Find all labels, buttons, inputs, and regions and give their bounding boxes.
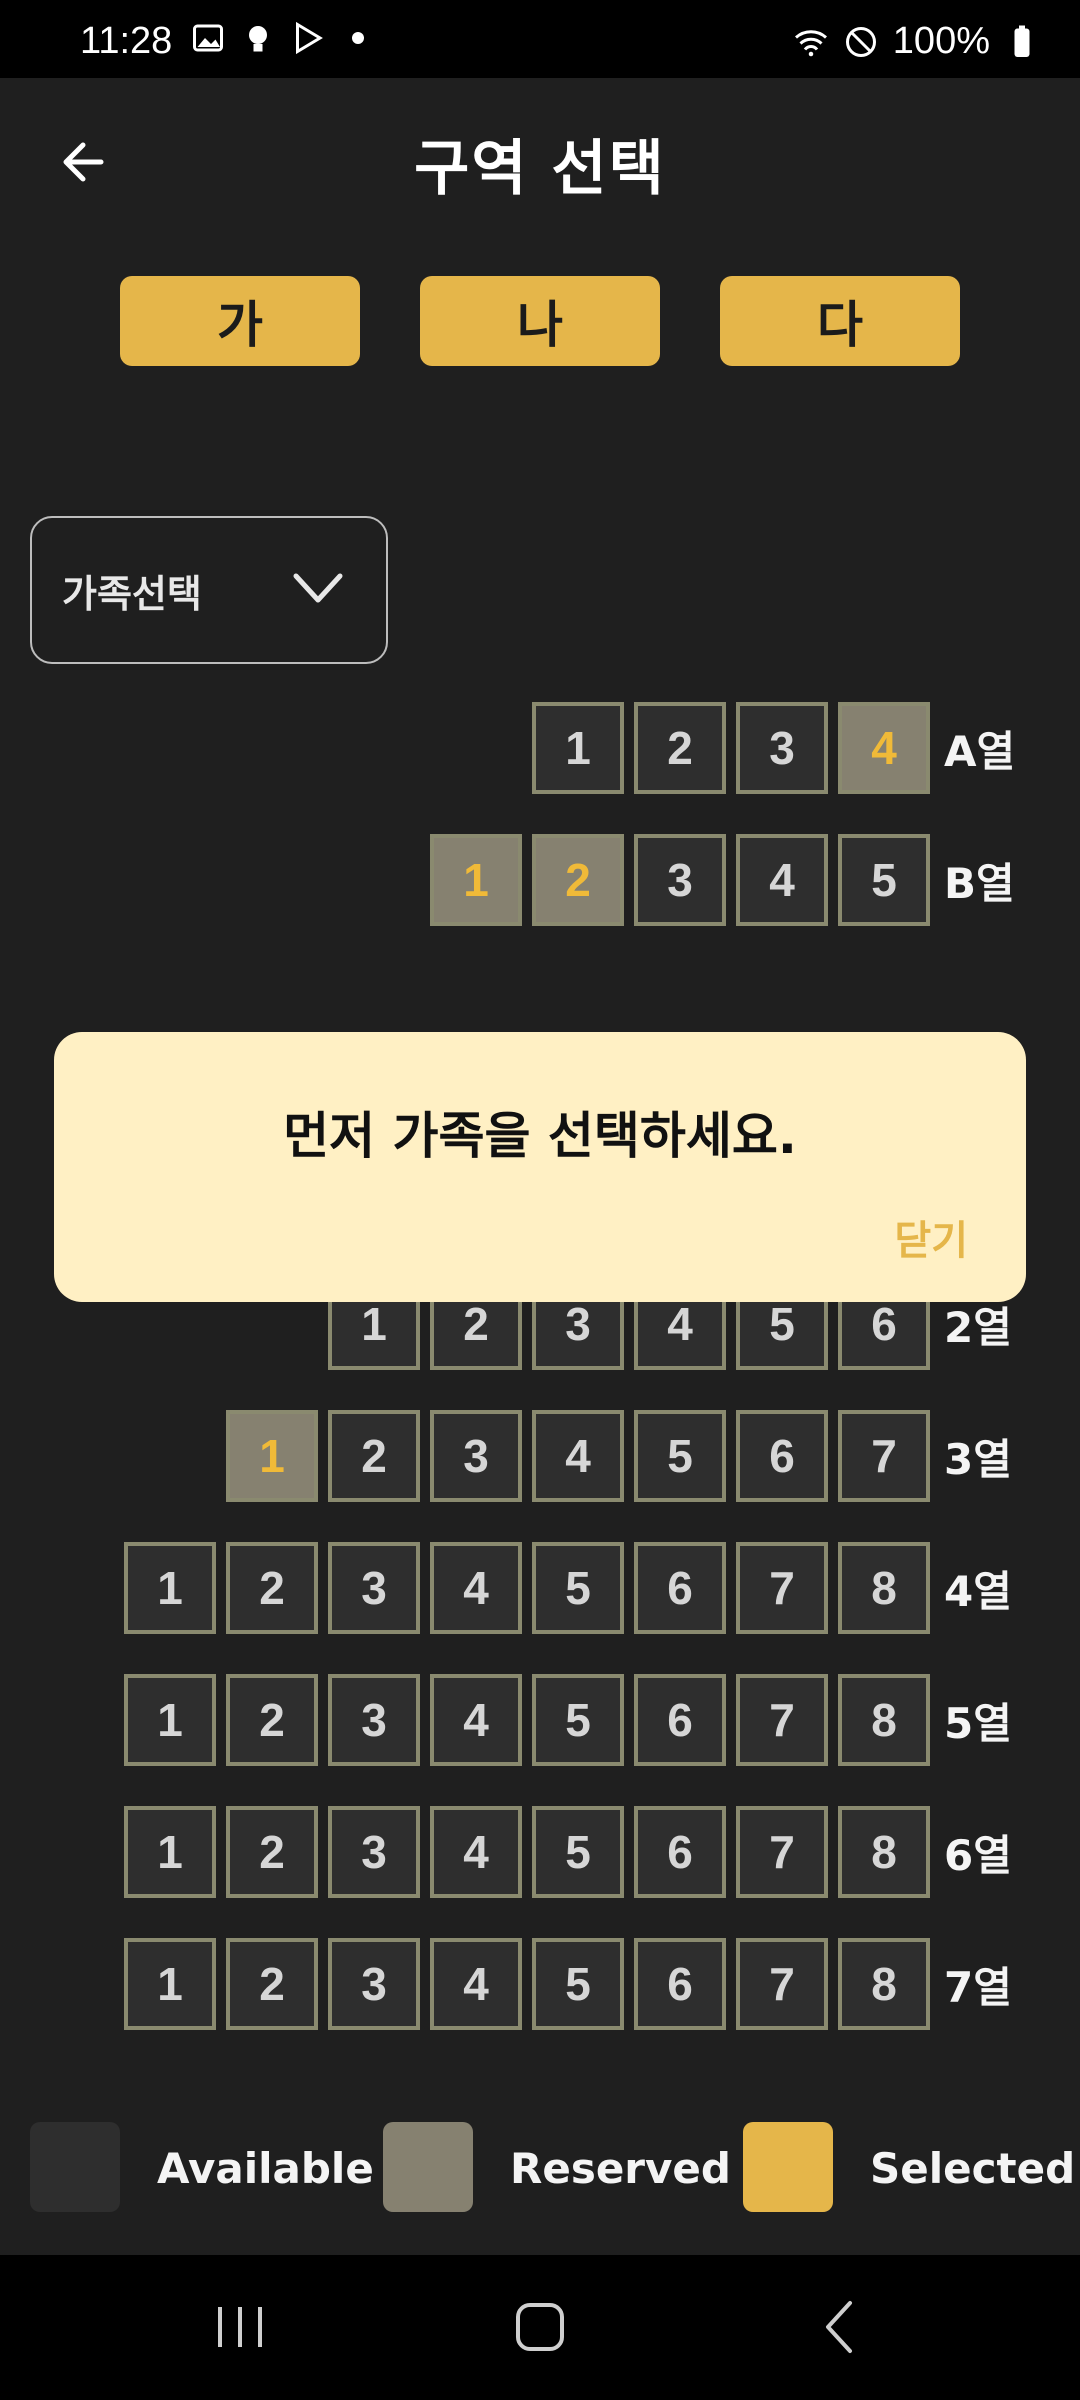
seat[interactable]: 6 bbox=[634, 1542, 726, 1634]
back-icon[interactable] bbox=[800, 2297, 880, 2357]
seat[interactable]: 3 bbox=[328, 1674, 420, 1766]
seat[interactable]: 8 bbox=[838, 1938, 930, 2030]
seat[interactable]: 1 bbox=[124, 1806, 216, 1898]
seat-row-5: 1 2 3 4 5 6 7 8 5열 bbox=[114, 1674, 1030, 1766]
seat[interactable]: 6 bbox=[736, 1410, 828, 1502]
seat[interactable]: 5 bbox=[532, 1674, 624, 1766]
seat-legend: Available Reserved Selected bbox=[30, 2122, 1075, 2214]
legend-selected-swatch bbox=[743, 2122, 833, 2212]
row-label: 2열 bbox=[944, 1302, 1012, 1352]
row-label: B열 bbox=[944, 858, 1015, 908]
dialog-message: 먼저 가족을 선택하세요. bbox=[283, 1107, 797, 1165]
legend-reserved-label: Reserved bbox=[510, 2144, 731, 2193]
seat[interactable]: 3 bbox=[634, 834, 726, 926]
row-label: 5열 bbox=[944, 1698, 1012, 1748]
seat[interactable]: 6 bbox=[634, 1806, 726, 1898]
legend-selected-label: Selected bbox=[870, 2144, 1076, 2193]
seat[interactable]: 8 bbox=[838, 1674, 930, 1766]
seat-row-4: 1 2 3 4 5 6 7 8 4열 bbox=[114, 1542, 1030, 1634]
seat[interactable]: 2 bbox=[226, 1806, 318, 1898]
seat[interactable]: 4 bbox=[430, 1938, 522, 2030]
seat-row-7: 1 2 3 4 5 6 7 8 7열 bbox=[114, 1938, 1030, 2030]
seat[interactable]: 3 bbox=[328, 1938, 420, 2030]
seat-row-3: 1 2 3 4 5 6 7 3열 bbox=[216, 1410, 1030, 1502]
seat[interactable]: 2 bbox=[226, 1938, 318, 2030]
seat[interactable]: 5 bbox=[532, 1938, 624, 2030]
home-icon[interactable] bbox=[500, 2297, 580, 2357]
seat-row-a: 1 2 3 4 A열 bbox=[522, 702, 1030, 794]
seat[interactable]: 7 bbox=[736, 1674, 828, 1766]
row-label: A열 bbox=[944, 726, 1016, 776]
seat[interactable]: 1 bbox=[124, 1674, 216, 1766]
legend-available-swatch bbox=[30, 2122, 120, 2212]
seat[interactable]: 1 bbox=[124, 1938, 216, 2030]
dialog-close-button[interactable]: 닫기 bbox=[894, 1208, 968, 1266]
seat[interactable]: 4 bbox=[430, 1806, 522, 1898]
seat[interactable]: 4 bbox=[838, 702, 930, 794]
row-label: 4열 bbox=[944, 1566, 1012, 1616]
seat[interactable]: 3 bbox=[328, 1806, 420, 1898]
seat[interactable]: 8 bbox=[838, 1806, 930, 1898]
seat[interactable]: 2 bbox=[634, 702, 726, 794]
row-label: 3열 bbox=[944, 1434, 1012, 1484]
seat[interactable]: 4 bbox=[430, 1542, 522, 1634]
seat[interactable]: 7 bbox=[736, 1938, 828, 2030]
seat[interactable]: 2 bbox=[226, 1542, 318, 1634]
seat[interactable]: 7 bbox=[736, 1806, 828, 1898]
seat-row-6: 1 2 3 4 5 6 7 8 6열 bbox=[114, 1806, 1030, 1898]
seat[interactable]: 4 bbox=[532, 1410, 624, 1502]
seat[interactable]: 4 bbox=[736, 834, 828, 926]
alert-dialog: 먼저 가족을 선택하세요. 닫기 bbox=[54, 1032, 1026, 1302]
seat[interactable]: 5 bbox=[838, 834, 930, 926]
legend-available-label: Available bbox=[157, 2144, 374, 2193]
legend-reserved-swatch bbox=[383, 2122, 473, 2212]
seat-row-b: 1 2 3 4 5 B열 bbox=[420, 834, 1030, 926]
seat[interactable]: 3 bbox=[328, 1542, 420, 1634]
seat[interactable]: 2 bbox=[532, 834, 624, 926]
seat[interactable]: 3 bbox=[430, 1410, 522, 1502]
seat[interactable]: 1 bbox=[124, 1542, 216, 1634]
row-label: 7열 bbox=[944, 1962, 1012, 2012]
seat[interactable]: 6 bbox=[634, 1938, 726, 2030]
seat[interactable]: 7 bbox=[838, 1410, 930, 1502]
seat[interactable]: 8 bbox=[838, 1542, 930, 1634]
seat[interactable]: 1 bbox=[226, 1410, 318, 1502]
seat[interactable]: 2 bbox=[328, 1410, 420, 1502]
seat[interactable]: 4 bbox=[430, 1674, 522, 1766]
seat[interactable]: 1 bbox=[430, 834, 522, 926]
seat[interactable]: 3 bbox=[736, 702, 828, 794]
seat[interactable]: 5 bbox=[532, 1542, 624, 1634]
seat[interactable]: 5 bbox=[634, 1410, 726, 1502]
system-nav-bar bbox=[0, 2255, 1080, 2400]
seat[interactable]: 7 bbox=[736, 1542, 828, 1634]
seat[interactable]: 2 bbox=[226, 1674, 318, 1766]
seat[interactable]: 1 bbox=[532, 702, 624, 794]
seat[interactable]: 6 bbox=[634, 1674, 726, 1766]
seat[interactable]: 5 bbox=[532, 1806, 624, 1898]
row-label: 6열 bbox=[944, 1830, 1012, 1880]
recent-apps-icon[interactable] bbox=[200, 2297, 280, 2357]
